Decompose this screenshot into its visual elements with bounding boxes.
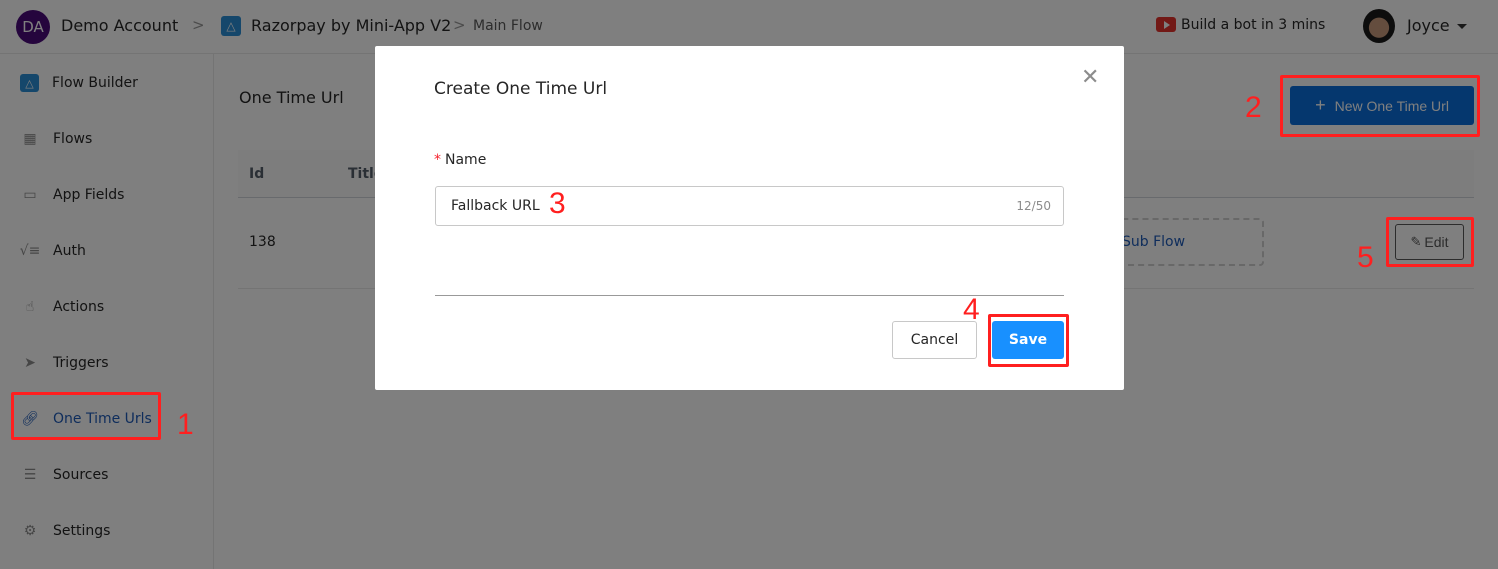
annotation-number-3: 3 <box>549 187 566 220</box>
annotation-box-2 <box>1280 75 1480 137</box>
annotation-box-5 <box>1386 217 1474 267</box>
character-counter: 12/50 <box>1016 199 1051 213</box>
annotation-number-1: 1 <box>177 408 194 441</box>
close-icon[interactable]: ✕ <box>1081 66 1099 90</box>
cancel-button[interactable]: Cancel <box>892 321 977 359</box>
required-marker: * <box>434 152 441 168</box>
modal-title: Create One Time Url <box>434 79 608 99</box>
annotation-number-4: 4 <box>963 293 980 326</box>
name-label-text: Name <box>445 152 487 168</box>
annotation-box-4 <box>988 314 1069 367</box>
annotation-box-1 <box>11 392 161 440</box>
name-input-wrapper: 12/50 <box>435 186 1064 226</box>
annotation-number-2: 2 <box>1245 91 1262 124</box>
annotation-number-5: 5 <box>1357 241 1374 274</box>
name-field-label: * Name <box>434 152 486 168</box>
name-input[interactable] <box>436 198 996 214</box>
